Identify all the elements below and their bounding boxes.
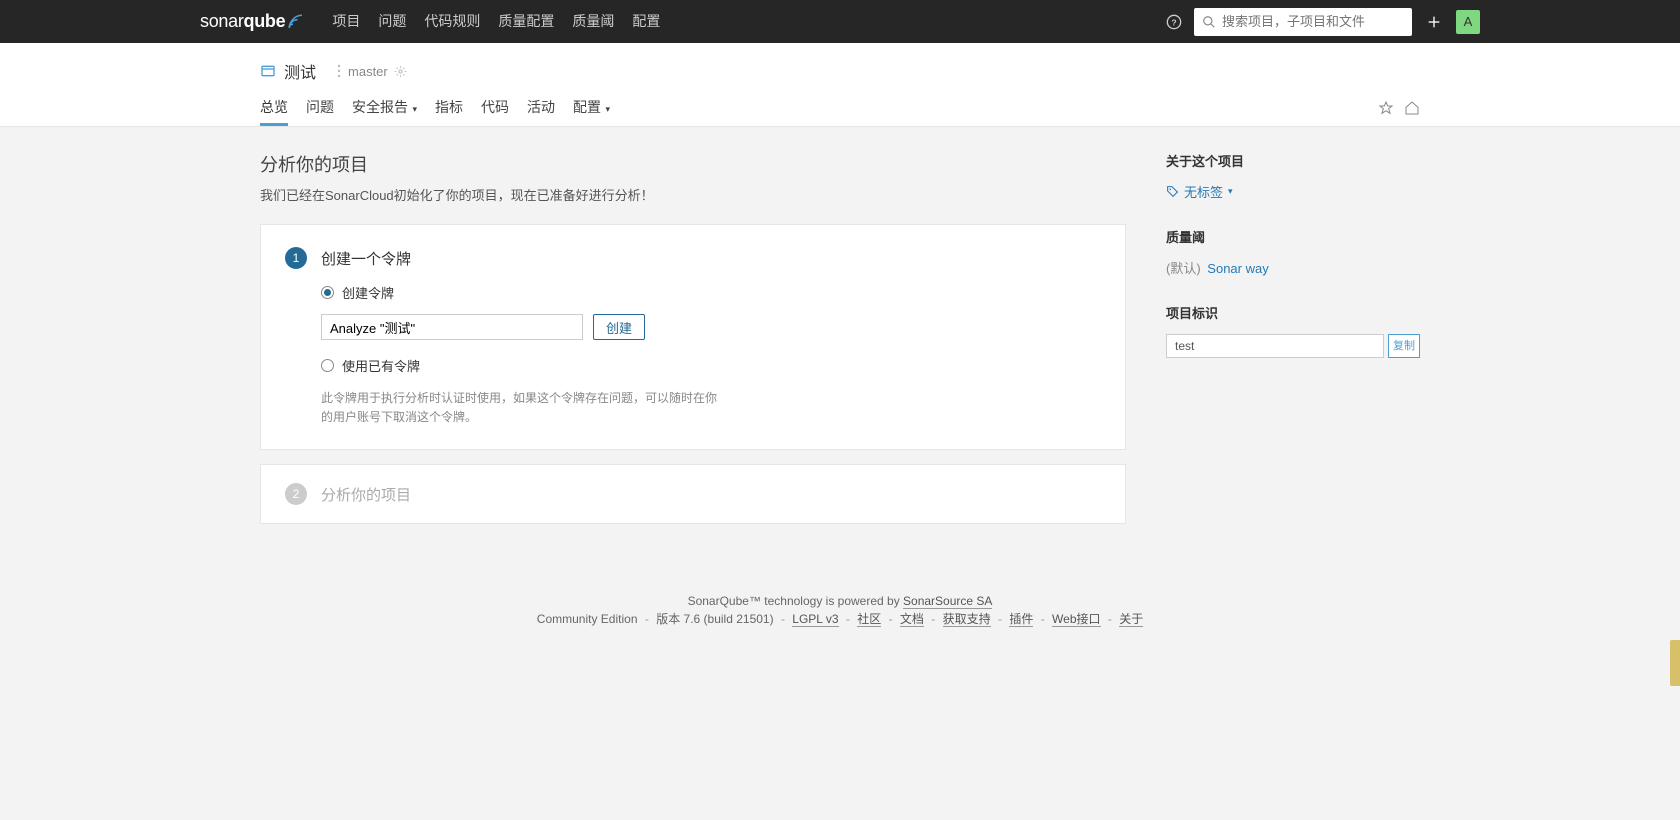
- project-tabs: 总览 问题 安全报告 ▾ 指标 代码 活动 配置 ▾: [260, 89, 610, 126]
- project-icon: [260, 63, 276, 79]
- add-button[interactable]: [1422, 10, 1446, 34]
- radio-create-label: 创建令牌: [342, 283, 394, 302]
- tab-config[interactable]: 配置 ▾: [573, 89, 610, 126]
- chevron-down-icon: ▾: [410, 104, 417, 114]
- main-content: 分析你的项目 我们已经在SonarCloud初始化了你的项目，现在已准备好进行分…: [260, 127, 1420, 578]
- nav-issues[interactable]: 问题: [369, 0, 415, 43]
- user-avatar[interactable]: A: [1456, 10, 1480, 34]
- footer-edition: Community Edition: [537, 612, 638, 626]
- tags-dropdown[interactable]: 无标签 ▾: [1166, 182, 1420, 201]
- help-icon[interactable]: ?: [1164, 12, 1184, 32]
- footer-about-link[interactable]: 关于: [1119, 612, 1143, 627]
- branch-name[interactable]: master: [348, 64, 388, 79]
- plus-icon: [1426, 14, 1442, 30]
- quality-gate-link[interactable]: Sonar way: [1207, 261, 1268, 276]
- step1-badge: 1: [285, 247, 307, 269]
- quality-gate-heading: 质量阈: [1166, 227, 1420, 246]
- top-navbar: sonarqube 项目 问题 代码规则 质量配置 质量阈 配置 ? A: [0, 0, 1680, 43]
- search-input[interactable]: [1222, 14, 1404, 29]
- nav-admin[interactable]: 配置: [623, 0, 669, 43]
- logo-text-2: qube: [244, 11, 286, 31]
- footer-plugins-link[interactable]: 插件: [1009, 612, 1033, 627]
- footer-version: 版本 7.6 (build 21501): [656, 612, 773, 626]
- copy-key-button[interactable]: 复制: [1388, 334, 1420, 358]
- side-widget-handle[interactable]: [1670, 640, 1680, 686]
- tag-icon: [1166, 185, 1179, 198]
- nav-projects[interactable]: 项目: [323, 0, 369, 43]
- page-title: 分析你的项目: [260, 151, 1126, 177]
- token-name-input[interactable]: [321, 314, 583, 340]
- step1-title: 创建一个令牌: [321, 248, 411, 269]
- svg-text:?: ?: [1171, 17, 1176, 27]
- logo-text-1: sonar: [200, 11, 244, 31]
- page-subtitle: 我们已经在SonarCloud初始化了你的项目，现在已准备好进行分析！: [260, 185, 1126, 204]
- tags-label: 无标签: [1184, 182, 1223, 201]
- radio-icon: [321, 286, 334, 299]
- radio-existing-token[interactable]: 使用已有令牌: [321, 356, 1101, 375]
- step2-badge: 2: [285, 483, 307, 505]
- tab-security[interactable]: 安全报告 ▾: [352, 89, 417, 126]
- tab-issues[interactable]: 问题: [306, 89, 334, 126]
- footer-support-link[interactable]: 获取支持: [943, 612, 991, 627]
- home-icon[interactable]: [1404, 100, 1420, 116]
- footer-community-link[interactable]: 社区: [857, 612, 881, 627]
- branch-settings-icon[interactable]: [394, 65, 407, 78]
- radio-create-token[interactable]: 创建令牌: [321, 283, 1101, 302]
- project-sidebar: 关于这个项目 无标签 ▾ 质量阈 (默认) Sonar way 项目标识 复制: [1166, 151, 1420, 384]
- gate-default-label: (默认): [1166, 261, 1201, 276]
- radio-existing-label: 使用已有令牌: [342, 356, 420, 375]
- nav-quality-gates[interactable]: 质量阈: [563, 0, 623, 43]
- project-key-input[interactable]: [1166, 334, 1384, 358]
- radio-icon: [321, 359, 334, 372]
- search-icon: [1202, 15, 1216, 29]
- project-key-heading: 项目标识: [1166, 303, 1420, 322]
- search-box[interactable]: [1194, 8, 1412, 36]
- nav-right: ? A: [1164, 8, 1480, 36]
- about-heading: 关于这个项目: [1166, 151, 1420, 170]
- branch-divider-icon: [336, 63, 342, 79]
- logo[interactable]: sonarqube: [200, 11, 305, 32]
- favorite-icon[interactable]: [1378, 100, 1394, 116]
- tab-activity[interactable]: 活动: [527, 89, 555, 126]
- step2-card: 2 分析你的项目: [260, 464, 1126, 524]
- chevron-down-icon: ▾: [1228, 186, 1233, 197]
- chevron-down-icon: ▾: [603, 104, 610, 114]
- nav-rules[interactable]: 代码规则: [415, 0, 489, 43]
- sonar-wave-icon: [287, 13, 305, 31]
- footer-powered-text: SonarQube™ technology is powered by: [688, 594, 903, 608]
- sonarsource-link[interactable]: SonarSource SA: [903, 594, 992, 609]
- footer-license-link[interactable]: LGPL v3: [792, 612, 838, 627]
- tab-code[interactable]: 代码: [481, 89, 509, 126]
- tab-overview[interactable]: 总览: [260, 89, 288, 126]
- nav-items: 项目 问题 代码规则 质量配置 质量阈 配置: [323, 0, 669, 43]
- create-token-button[interactable]: 创建: [593, 314, 645, 340]
- step2-title: 分析你的项目: [321, 484, 411, 505]
- project-header: 测试 master 总览 问题 安全报告 ▾ 指标 代码 活动 配置 ▾: [0, 43, 1680, 127]
- project-name[interactable]: 测试: [284, 59, 316, 83]
- nav-quality-profiles[interactable]: 质量配置: [489, 0, 563, 43]
- token-hint: 此令牌用于执行分析时认证时使用，如果这个令牌存在问题，可以随时在你的用户账号下取…: [321, 389, 721, 427]
- page-footer: SonarQube™ technology is powered by Sona…: [0, 578, 1680, 647]
- tab-measures[interactable]: 指标: [435, 89, 463, 126]
- footer-webapi-link[interactable]: Web接口: [1052, 612, 1100, 627]
- step1-card: 1 创建一个令牌 创建令牌 创建 使用已有令牌 此令牌用于执行分析时认证时使用，…: [260, 224, 1126, 450]
- footer-docs-link[interactable]: 文档: [900, 612, 924, 627]
